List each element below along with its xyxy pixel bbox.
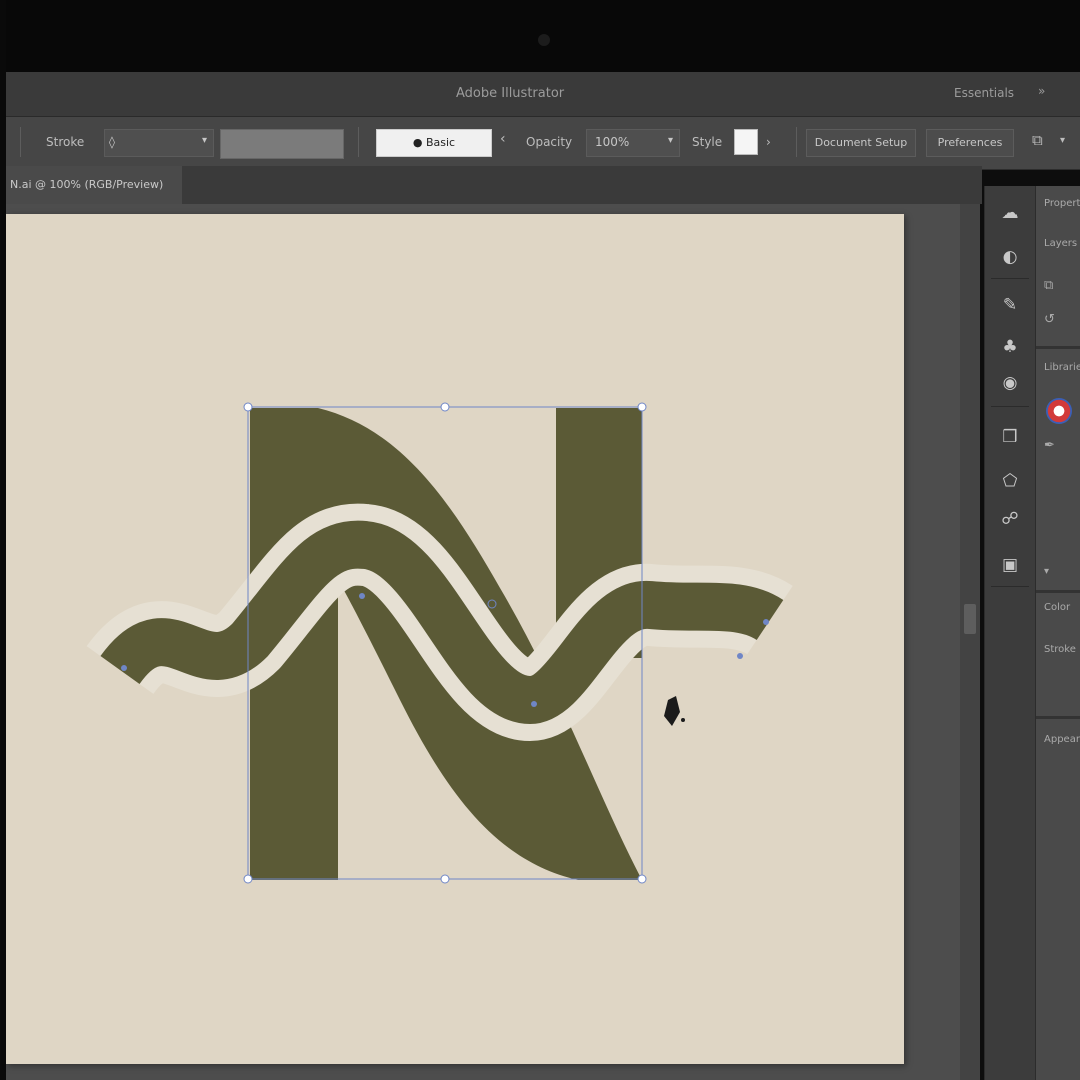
panel-tab-appearance[interactable]: Appearance [1044, 734, 1080, 745]
eyedropper-icon[interactable]: ✒ [1044, 438, 1055, 453]
panel-collapse-icon[interactable]: ▾ [1044, 566, 1049, 577]
panel-icon-dock: ☁ ◐ ✎ ♣ ◉ ❒ ⬠ ☍ ▣ [984, 186, 1036, 1080]
bbox-handle[interactable] [440, 874, 450, 884]
dock-divider [991, 586, 1029, 587]
panel-tab-layers[interactable]: Layers [1044, 238, 1077, 249]
stroke-icon[interactable]: ⬠ [999, 470, 1021, 492]
panel-divider [1036, 590, 1080, 593]
anchor-point[interactable] [763, 619, 769, 625]
anchor-point[interactable] [121, 665, 127, 671]
bbox-handle[interactable] [637, 402, 647, 412]
layers-icon[interactable]: ❒ [999, 426, 1021, 448]
artboard-icon[interactable]: ▣ [999, 554, 1021, 576]
brush-icon[interactable]: ✎ [999, 294, 1021, 316]
bbox-handle[interactable] [637, 874, 647, 884]
pen-cursor-icon [664, 696, 685, 726]
bbox-handle[interactable] [440, 402, 450, 412]
panel-tab-libraries[interactable]: Libraries [1044, 362, 1080, 373]
dock-divider [991, 406, 1029, 407]
color-wheel-icon[interactable]: ◐ [999, 246, 1021, 268]
panel-tab-properties[interactable]: Properties [1044, 198, 1080, 209]
anchor-point[interactable] [737, 653, 743, 659]
dock-divider [991, 278, 1029, 279]
color-picker-icon[interactable] [1046, 398, 1072, 424]
rotate-icon[interactable]: ↺ [1044, 312, 1055, 327]
anchor-point[interactable] [359, 593, 365, 599]
link-icon[interactable]: ☍ [999, 508, 1021, 530]
artwork-layer[interactable] [0, 0, 1080, 1080]
bbox-handle[interactable] [243, 874, 253, 884]
properties-panel: Properties Layers ⧉ ↺ Libraries ✒ ▾ Colo… [1036, 186, 1080, 1080]
scrollbar-thumb[interactable] [964, 604, 976, 634]
cloud-icon[interactable]: ☁ [999, 202, 1021, 224]
panel-divider [1036, 716, 1080, 719]
anchor-point[interactable] [531, 701, 537, 707]
transform-icon[interactable]: ⧉ [1044, 278, 1053, 293]
panel-divider [1036, 346, 1080, 349]
swatch-icon[interactable]: ◉ [999, 372, 1021, 394]
bbox-handle[interactable] [243, 402, 253, 412]
vertical-scrollbar[interactable] [960, 204, 980, 1080]
panel-tab-stroke[interactable]: Stroke [1044, 644, 1076, 655]
symbol-icon[interactable]: ♣ [999, 336, 1021, 358]
panel-tab-color[interactable]: Color [1044, 602, 1070, 613]
